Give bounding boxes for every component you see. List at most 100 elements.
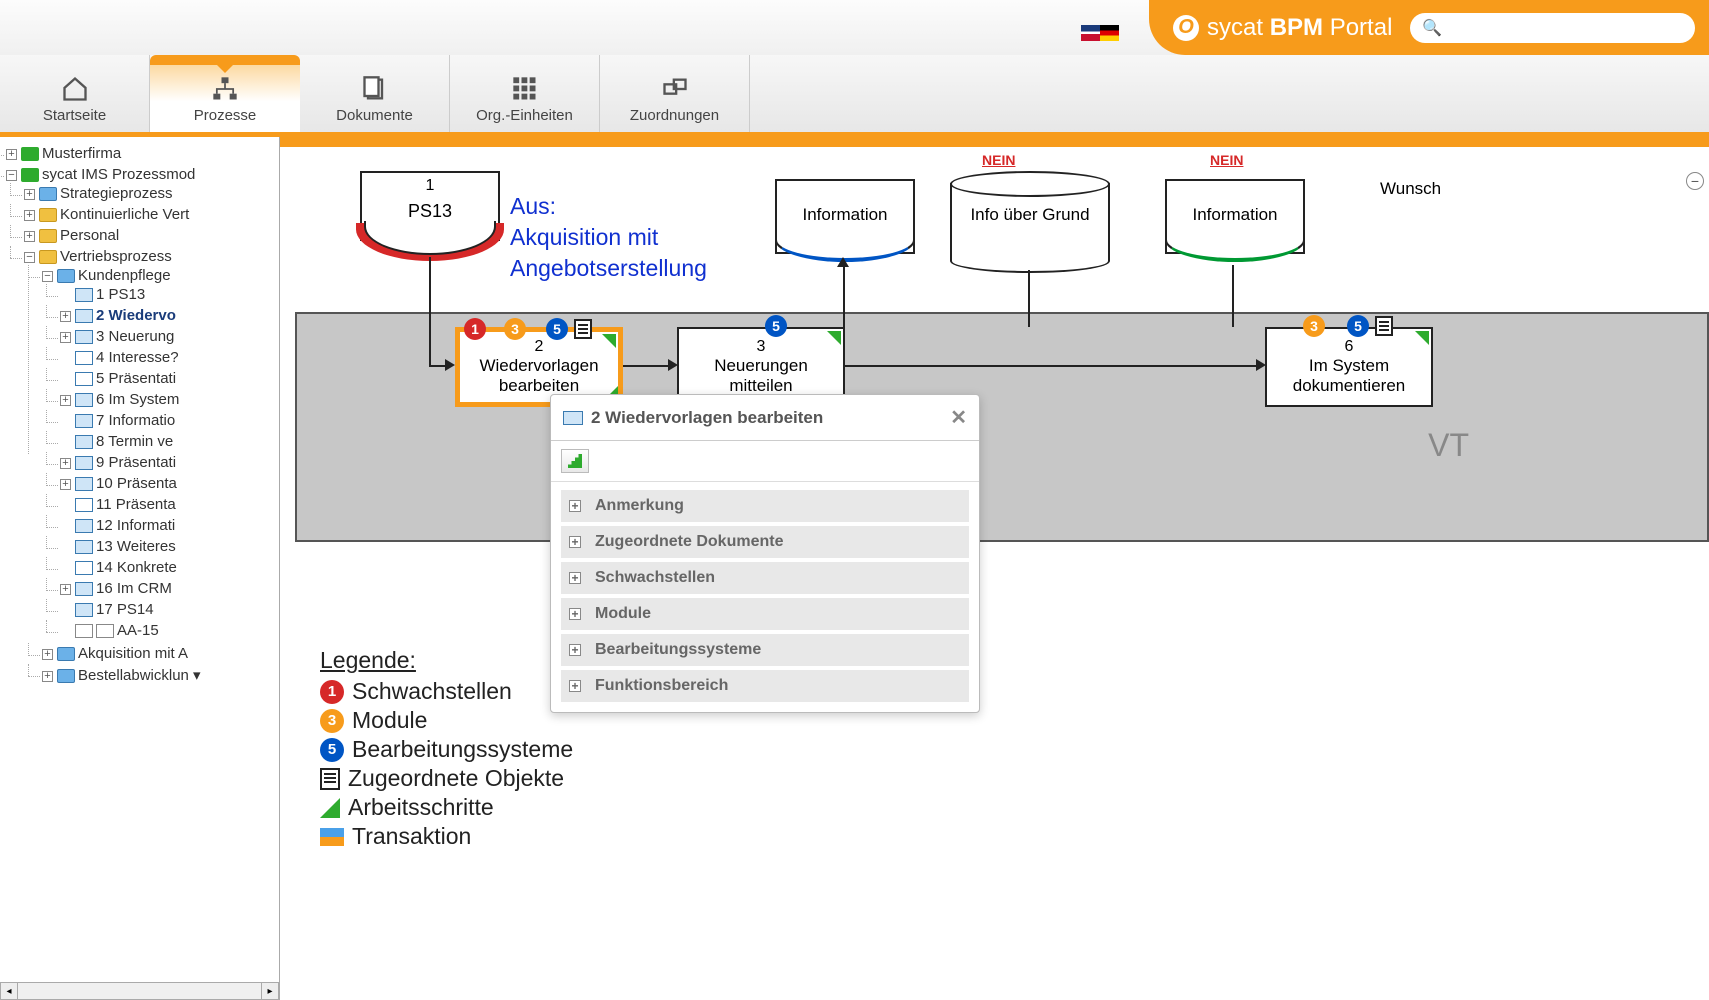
zoom-out-button[interactable]: − xyxy=(1686,172,1704,190)
tree-node-17[interactable]: 17 PS14 xyxy=(60,599,279,620)
badge-icon: 1 xyxy=(320,680,344,704)
vt-label: VT xyxy=(1428,427,1469,464)
tree-node-aa15[interactable]: AA-15 xyxy=(60,620,279,641)
diagram-canvas[interactable]: − VT NEIN NEIN 1 PS13 Aus: Akquisition m… xyxy=(280,137,1709,1000)
horizontal-scrollbar[interactable]: ◂ ▸ xyxy=(0,982,279,1000)
tab-dokumente[interactable]: Dokumente xyxy=(300,55,450,132)
tree-node-9[interactable]: +9 Präsentati xyxy=(60,452,279,473)
flow-icon xyxy=(57,269,75,283)
popup-tabbar xyxy=(551,441,979,482)
tree-node-personal[interactable]: +Personal xyxy=(24,225,279,246)
step-indicator-icon xyxy=(602,334,616,348)
step-icon xyxy=(75,435,93,449)
main-tabs: Startseite Prozesse Dokumente Org.-Einhe… xyxy=(0,55,1709,137)
shape-ps13[interactable]: 1 PS13 xyxy=(360,171,500,241)
step-icon xyxy=(75,330,93,344)
popup-row-funktionsbereich[interactable]: +Funktionsbereich xyxy=(561,670,969,702)
tree-node-7[interactable]: 7 Informatio xyxy=(60,410,279,431)
tree-node-8[interactable]: 8 Termin ve xyxy=(60,431,279,452)
shape-information-1[interactable]: Information xyxy=(775,179,915,254)
legend-row-objekte: Zugeordnete Objekte xyxy=(320,765,573,792)
popup-list: +Anmerkung +Zugeordnete Dokumente +Schwa… xyxy=(551,482,979,712)
tree-node-akquisition[interactable]: +Akquisition mit A xyxy=(42,643,279,664)
step-icon xyxy=(75,288,93,302)
tree-node-10[interactable]: +10 Präsenta xyxy=(60,473,279,494)
objects-icon xyxy=(320,768,340,790)
step-icon xyxy=(75,519,93,533)
orange-strip xyxy=(280,137,1709,147)
tree-node-6[interactable]: +6 Im System xyxy=(60,389,279,410)
popup-row-anmerkung[interactable]: +Anmerkung xyxy=(561,490,969,522)
popup-row-schwachstellen[interactable]: +Schwachstellen xyxy=(561,562,969,594)
objects-icon xyxy=(1375,316,1393,336)
badge-schwachstellen: 1 xyxy=(464,318,486,340)
folder-icon xyxy=(39,229,57,243)
expand-icon: + xyxy=(569,536,581,548)
folder-icon xyxy=(39,208,57,222)
popup-row-dokumente[interactable]: +Zugeordnete Dokumente xyxy=(561,526,969,558)
language-flags[interactable] xyxy=(1081,25,1119,41)
search-input[interactable] xyxy=(1448,13,1683,43)
popup-row-bearbeitungssysteme[interactable]: +Bearbeitungssysteme xyxy=(561,634,969,666)
badge-bearbeitungssysteme: 5 xyxy=(765,315,787,337)
flag-de-icon xyxy=(1100,25,1119,41)
arrow-head-icon xyxy=(1256,359,1266,371)
popup-row-module[interactable]: +Module xyxy=(561,598,969,630)
tab-label: Org.-Einheiten xyxy=(476,107,573,124)
scroll-track[interactable] xyxy=(18,982,261,1000)
scroll-right-button[interactable]: ▸ xyxy=(261,982,279,1000)
popup-tab-steps[interactable] xyxy=(561,449,589,473)
steps-icon xyxy=(568,454,582,468)
tab-startseite[interactable]: Startseite xyxy=(0,55,150,132)
step-icon xyxy=(563,411,583,425)
tree-node-strategie[interactable]: +Strategieprozess xyxy=(24,183,279,204)
shape-information-2[interactable]: Information xyxy=(1165,179,1305,254)
tree-node-4[interactable]: 4 Interesse? xyxy=(60,347,279,368)
legend: Legende: 1Schwachstellen 3Module 5Bearbe… xyxy=(320,647,573,852)
tree-node-3[interactable]: +3 Neuerung xyxy=(60,326,279,347)
tree-node-16[interactable]: +16 Im CRM xyxy=(60,578,279,599)
scroll-left-button[interactable]: ◂ xyxy=(0,982,18,1000)
badge-icon: 5 xyxy=(320,738,344,762)
badge-bearbeitungssysteme: 5 xyxy=(546,318,568,340)
badge-module: 3 xyxy=(1303,315,1325,337)
process-icon xyxy=(21,147,39,161)
tree-node-kundenpflege[interactable]: −Kundenpflege 1 PS13 +2 Wiedervo +3 Neue… xyxy=(42,265,279,643)
flow-icon xyxy=(39,187,57,201)
process-icon xyxy=(21,168,39,182)
tree-node-bestell[interactable]: +Bestellabwicklun ▾ xyxy=(42,664,279,686)
tab-orgeinheiten[interactable]: Org.-Einheiten xyxy=(450,55,600,132)
triangle-icon xyxy=(320,798,340,818)
tab-prozesse[interactable]: Prozesse xyxy=(150,55,300,132)
search-box[interactable]: 🔍 xyxy=(1410,13,1695,43)
search-icon: 🔍 xyxy=(1422,18,1442,38)
arrow-head-icon xyxy=(668,359,678,371)
shape-wunsch[interactable]: Wunsch xyxy=(1380,179,1441,199)
tree-node-11[interactable]: 11 Präsenta xyxy=(60,494,279,515)
step-icon xyxy=(75,582,93,596)
connector xyxy=(623,365,673,367)
tree-node-2[interactable]: +2 Wiedervo xyxy=(60,305,279,326)
tree-node-5[interactable]: 5 Präsentati xyxy=(60,368,279,389)
tree-node-musterfirma[interactable]: +Musterfirma xyxy=(6,143,279,164)
connector xyxy=(1028,270,1030,327)
legend-title: Legende: xyxy=(320,647,573,674)
tree-node-1[interactable]: 1 PS13 xyxy=(60,284,279,305)
tree-node-kontinuierliche[interactable]: +Kontinuierliche Vert xyxy=(24,204,279,225)
process-icon xyxy=(210,75,240,103)
tree-node-vertrieb[interactable]: −Vertriebsprozess −Kundenpflege 1 PS13 +… xyxy=(24,246,279,688)
connector xyxy=(843,265,845,327)
tree-node-ims[interactable]: −sycat IMS Prozessmod +Strategieprozess … xyxy=(6,164,279,690)
task-6-im-system[interactable]: 6 Im System dokumentieren 3 5 xyxy=(1265,327,1433,407)
tree-node-14[interactable]: 14 Konkrete xyxy=(60,557,279,578)
close-button[interactable]: ✕ xyxy=(950,405,967,430)
tree-node-13[interactable]: 13 Weiteres xyxy=(60,536,279,557)
tab-zuordnungen[interactable]: Zuordnungen xyxy=(600,55,750,132)
arrow-head-icon xyxy=(445,359,455,371)
tree-node-12[interactable]: 12 Informati xyxy=(60,515,279,536)
brand-bar: O sycat BPM Portal 🔍 xyxy=(1149,0,1709,55)
brand-logo-icon: O xyxy=(1173,15,1199,41)
shape-info-grund[interactable]: Info über Grund xyxy=(950,183,1110,261)
popup-header: 2 Wiedervorlagen bearbeiten ✕ xyxy=(551,395,979,441)
tree-sidebar[interactable]: +Musterfirma −sycat IMS Prozessmod +Stra… xyxy=(0,137,280,1000)
